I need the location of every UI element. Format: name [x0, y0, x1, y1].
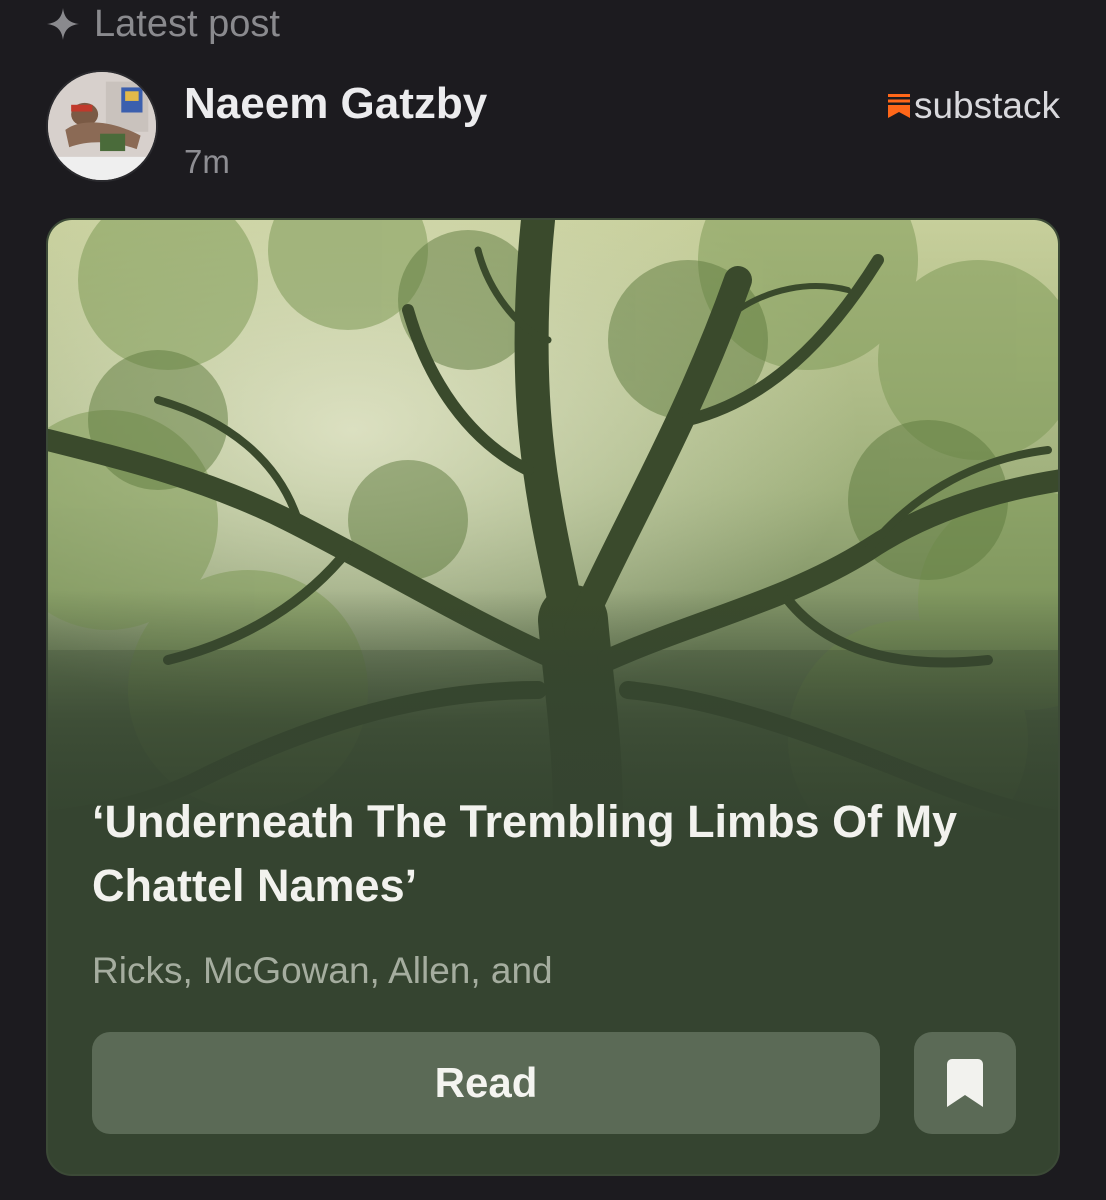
post-authors: Ricks, McGowan, Allen, and — [92, 950, 553, 991]
bookmark-icon — [947, 1059, 983, 1107]
post-card[interactable]: ‘Underneath The Trembling Limbs Of My Ch… — [46, 218, 1060, 1176]
post-timestamp: 7m — [184, 143, 230, 180]
read-button-label: Read — [434, 1059, 538, 1106]
latest-post-widget: Latest post Naeem Gatzby 7m substack ‘Un… — [0, 0, 1106, 1200]
substack-icon — [887, 94, 910, 118]
read-button[interactable]: Read — [92, 1032, 880, 1134]
post-title[interactable]: ‘Underneath The Trembling Limbs Of My Ch… — [92, 790, 1022, 918]
substack-brand[interactable]: substack — [887, 84, 1060, 128]
avatar[interactable] — [46, 70, 158, 182]
sparkle-icon — [47, 8, 79, 40]
brand-name: substack — [913, 85, 1060, 126]
bookmark-button[interactable] — [914, 1032, 1016, 1134]
section-header-label: Latest post — [94, 2, 280, 45]
author-row: Naeem Gatzby 7m substack — [46, 70, 1060, 186]
section-header: Latest post — [46, 2, 280, 46]
author-name[interactable]: Naeem Gatzby — [184, 78, 487, 130]
